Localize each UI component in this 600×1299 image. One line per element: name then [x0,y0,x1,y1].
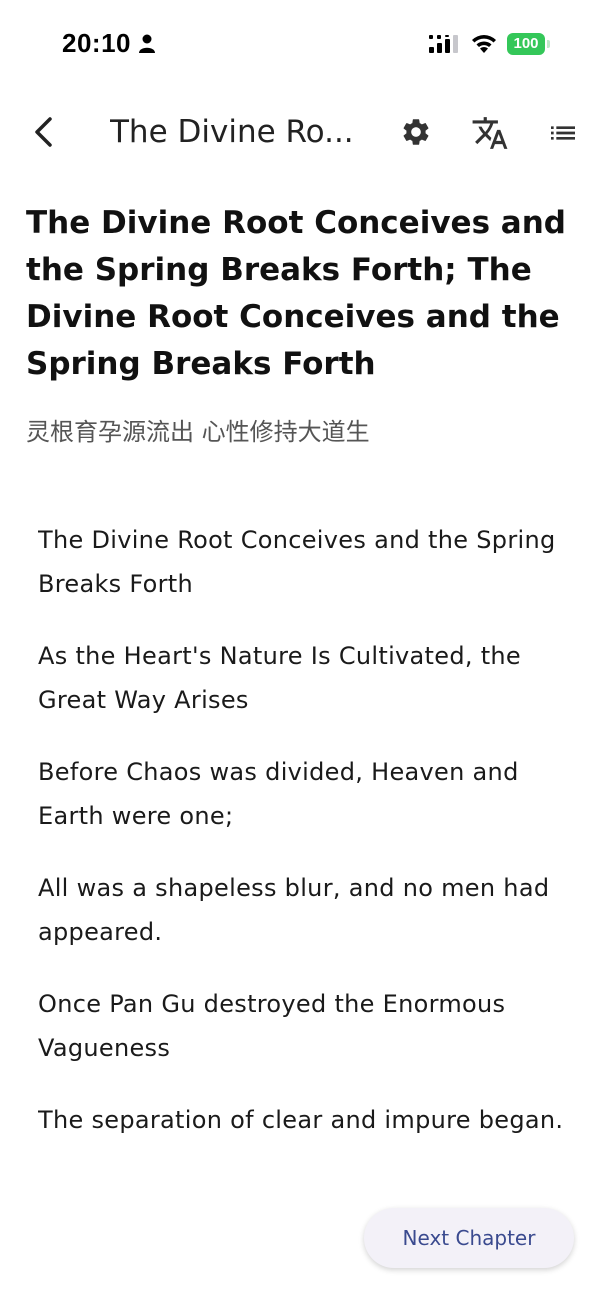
app-bar-title: The Divine Ro... [110,114,354,150]
back-arrow-icon [35,117,52,147]
paragraph: The Divine Root Conceives and the Spring… [38,526,556,598]
battery-icon: 100 [507,33,551,55]
wifi-icon [472,35,496,53]
back-button[interactable] [22,110,66,154]
chapter-content[interactable]: The Divine Root Conceives and the Spring… [38,518,568,1180]
chapter-subtitle: 灵根育孕源流出 心性修持大道生 [26,418,370,446]
battery-level: 100 [507,33,545,55]
status-time: 20:10 [62,28,131,58]
gear-icon [403,119,429,145]
list-icon [551,126,575,140]
paragraph: As the Heart's Nature Is Cultivated, the… [38,642,521,714]
chapter-title: The Divine Root Conceives and the Spring… [26,205,566,382]
app-bar: The Divine Ro... [0,96,600,172]
paragraph: Before Chaos was divided, Heaven and Ear… [38,758,519,830]
signal-icon [429,35,458,53]
battery-cap [547,40,550,48]
status-bar: 20:10 100 [0,0,600,88]
paragraph: Once Pan Gu destroyed the Enormous Vague… [38,990,506,1062]
settings-button[interactable] [394,110,438,154]
translate-button[interactable] [467,110,513,156]
translate-icon [472,117,508,149]
paragraph: All was a shapeless blur, and no men had… [38,874,550,946]
next-chapter-button[interactable]: Next Chapter [364,1208,574,1268]
chapter-list-button[interactable] [540,110,586,156]
paragraph: The separation of clear and impure began… [38,1106,564,1134]
person-icon [139,34,155,53]
